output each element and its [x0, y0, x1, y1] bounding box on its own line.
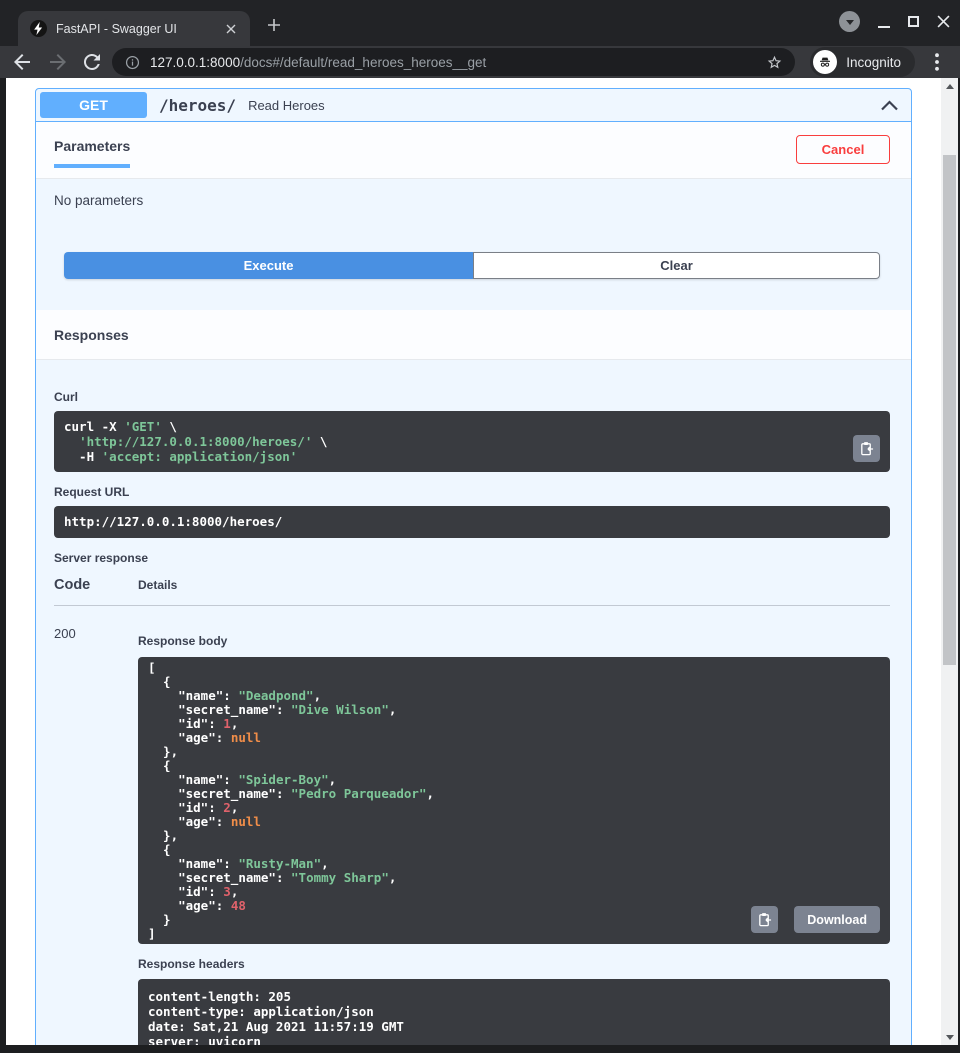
execute-row: Execute Clear [64, 252, 880, 279]
download-button[interactable]: Download [794, 906, 880, 933]
incognito-label: Incognito [846, 55, 901, 70]
scrollbar-thumb[interactable] [943, 155, 956, 665]
code-line: -H 'accept: application/json' [64, 449, 880, 464]
tab-close-icon[interactable] [222, 20, 240, 38]
minimize-button[interactable] [878, 16, 890, 28]
server-response-label: Server response [54, 551, 890, 565]
code-line: curl -X 'GET' \ [64, 419, 880, 434]
maximize-button[interactable] [908, 16, 919, 27]
window-menu-icon[interactable] [839, 11, 860, 32]
opblock-get-heroes: GET /heroes/ Read Heroes Parameters Canc… [35, 88, 912, 1045]
close-window-button[interactable] [937, 15, 950, 28]
code-line: "age": null [148, 815, 880, 829]
code-line: "secret_name": "Pedro Parqueador", [148, 787, 880, 801]
copy-curl-button[interactable] [853, 435, 880, 462]
code-line: content-type: application/json [148, 1004, 880, 1019]
details-column-header: Details [138, 578, 177, 593]
response-details-cell: Response body [ { "name": "Deadpond", "s… [138, 624, 890, 1045]
request-url-block: http://127.0.0.1:8000/heroes/ [54, 506, 890, 538]
browser-menu-icon[interactable] [926, 51, 948, 73]
page-scrollbar[interactable] [941, 78, 958, 1045]
code-line: "name": "Rusty-Man", [148, 857, 880, 871]
tab-parameters[interactable]: Parameters [54, 138, 130, 168]
curl-code-block: curl -X 'GET' \ 'http://127.0.0.1:8000/h… [54, 411, 890, 472]
forward-button-icon[interactable] [46, 50, 70, 74]
code-line: }, [148, 829, 880, 843]
code-line: }, [148, 745, 880, 759]
code-line: [ [148, 661, 880, 675]
back-button-icon[interactable] [10, 50, 34, 74]
code-line: "name": "Deadpond", [148, 689, 880, 703]
response-body-actions: Download [751, 906, 880, 933]
scroll-down-icon[interactable] [941, 1029, 958, 1045]
operation-path: /heroes/ [159, 96, 236, 115]
no-parameters-text: No parameters [54, 193, 893, 208]
code-line: 'http://127.0.0.1:8000/heroes/' \ [64, 434, 880, 449]
response-headers-label: Response headers [138, 957, 890, 971]
browser-tab[interactable]: FastAPI - Swagger UI [18, 11, 250, 46]
code-line: "name": "Spider-Boy", [148, 773, 880, 787]
incognito-icon [813, 50, 837, 74]
collapse-chevron-icon[interactable] [880, 99, 899, 111]
response-row-200: 200 Response body [ { "name": "Deadpond"… [54, 624, 890, 1045]
scroll-up-icon[interactable] [941, 78, 958, 94]
reload-button-icon[interactable] [80, 50, 104, 74]
fastapi-favicon-icon [30, 20, 47, 37]
response-body-block: [ { "name": "Deadpond", "secret_name": "… [138, 657, 890, 944]
status-code: 200 [54, 624, 138, 1045]
code-line: "id": 3, [148, 885, 880, 899]
code-line: { [148, 843, 880, 857]
operation-summary-text: Read Heroes [248, 98, 325, 113]
code-line: date: Sat,21 Aug 2021 11:57:19 GMT [148, 1019, 880, 1034]
address-bar[interactable]: 127.0.0.1:8000/docs#/default/read_heroes… [112, 48, 795, 76]
parameters-header: Parameters Cancel [36, 122, 911, 179]
code-line: "age": null [148, 731, 880, 745]
code-line: http://127.0.0.1:8000/heroes/ [64, 515, 880, 529]
request-url-label: Request URL [54, 485, 890, 499]
response-body-label: Response body [138, 634, 890, 648]
operation-summary[interactable]: GET /heroes/ Read Heroes [36, 89, 911, 122]
cancel-button[interactable]: Cancel [796, 135, 890, 164]
browser-chrome: FastAPI - Swagger UI 127.0.0 [0, 0, 960, 78]
code-column-header: Code [54, 577, 138, 593]
page-info-icon[interactable] [125, 55, 140, 70]
code-line: "id": 2, [148, 801, 880, 815]
code-line: "id": 1, [148, 717, 880, 731]
url-text[interactable]: 127.0.0.1:8000/docs#/default/read_heroes… [150, 55, 758, 70]
browser-toolbar: 127.0.0.1:8000/docs#/default/read_heroes… [0, 46, 960, 78]
method-badge: GET [40, 92, 147, 118]
responses-title: Responses [54, 327, 129, 343]
response-table-header: Code Details [54, 577, 890, 606]
bookmark-star-icon[interactable] [766, 54, 783, 71]
clear-button[interactable]: Clear [473, 252, 880, 279]
page-content: GET /heroes/ Read Heroes Parameters Canc… [6, 78, 958, 1045]
responses-header: Responses [36, 310, 911, 360]
response-headers-block: content-length: 205content-type: applica… [138, 979, 890, 1045]
code-line: server: uvicorn [148, 1034, 880, 1045]
url-path: /docs#/default/read_heroes_heroes__get [240, 55, 486, 70]
code-line: { [148, 759, 880, 773]
window-controls [839, 11, 950, 32]
tab-strip: FastAPI - Swagger UI [0, 0, 960, 46]
try-it-out-section: No parameters Execute Clear [36, 179, 911, 310]
server-response-table: Code Details 200 Response body [ { "name… [54, 577, 890, 1045]
copy-response-button[interactable] [751, 906, 778, 933]
curl-label: Curl [54, 390, 890, 404]
incognito-badge: Incognito [810, 47, 915, 77]
code-line: "secret_name": "Tommy Sharp", [148, 871, 880, 885]
tab-title: FastAPI - Swagger UI [56, 22, 222, 36]
url-host: 127.0.0.1:8000 [150, 55, 240, 70]
new-tab-button[interactable] [262, 13, 286, 37]
code-line: content-length: 205 [148, 989, 880, 1004]
code-line: { [148, 675, 880, 689]
responses-body: Curl curl -X 'GET' \ 'http://127.0.0.1:8… [36, 360, 911, 1045]
execute-button[interactable]: Execute [64, 252, 473, 279]
code-line: "secret_name": "Dive Wilson", [148, 703, 880, 717]
